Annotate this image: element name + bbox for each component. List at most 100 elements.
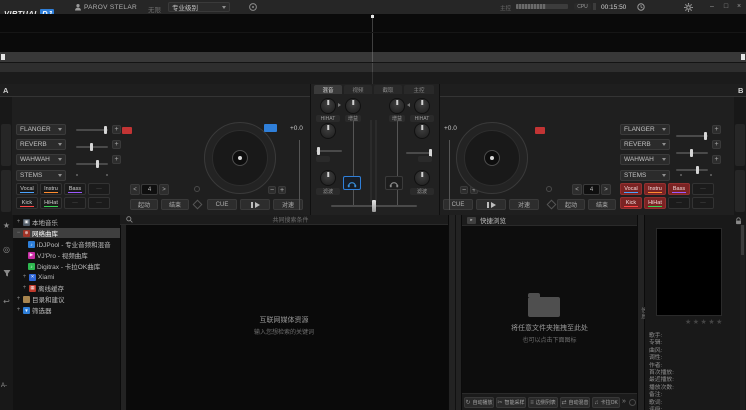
stem-pad-empty[interactable]: —	[88, 183, 110, 195]
overview-strip-1[interactable]	[0, 52, 746, 62]
stem-pad-vocal[interactable]: Vocal	[620, 183, 642, 195]
tree-item-online-library[interactable]: − ⊕ 网络曲库	[13, 228, 120, 238]
lock-icon[interactable]	[735, 217, 742, 225]
scrollbar-thumb[interactable]	[741, 225, 744, 255]
favorites-star-icon[interactable]: ★	[0, 221, 13, 230]
deck-b-jog-wheel[interactable]	[456, 122, 528, 194]
mixer-tab-video[interactable]: 视频	[344, 85, 372, 94]
stem-pad-bass[interactable]: Bass	[64, 183, 86, 195]
stem-pad-hihat[interactable]: HiHat	[644, 197, 666, 209]
deck-b-param-dot[interactable]	[546, 186, 552, 192]
deck-b-loop-half-button[interactable]: <	[572, 184, 582, 195]
deck-a-loop-double-button[interactable]: >	[159, 184, 169, 195]
search-bar[interactable]: 共同搜索条件	[120, 215, 448, 225]
slider-handle[interactable]	[317, 147, 320, 155]
close-button[interactable]: ×	[733, 3, 745, 10]
channel-2-gain-knob[interactable]	[389, 98, 405, 114]
slider-handle[interactable]	[104, 126, 107, 134]
deck-b-eq-knob-2[interactable]	[414, 123, 430, 139]
deck-a-fx2-dropdown[interactable]: REVERB	[16, 139, 66, 150]
deck-b-pitch-fader[interactable]	[440, 140, 458, 210]
deck-a-fx1-add-button[interactable]: +	[112, 125, 121, 134]
settings-gear-icon[interactable]	[684, 3, 693, 12]
info-collapse-handle[interactable]: 信息	[637, 215, 645, 410]
deck-a-fx3-dropdown[interactable]: WAHWAH	[16, 154, 66, 165]
stem-pad-empty[interactable]: —	[64, 197, 86, 209]
sampler-button[interactable]: ✂智能采样	[496, 397, 526, 408]
deck-b-fx2-dropdown[interactable]: REVERB	[620, 139, 670, 150]
eq-page-arrow-icon[interactable]	[338, 103, 341, 107]
deck-a-filter-knob[interactable]	[320, 170, 336, 186]
stem-pad-kick[interactable]: Kick	[620, 197, 642, 209]
deck-b-loop-out-button[interactable]: 结束	[588, 199, 616, 210]
mixer-tab-mixer[interactable]: 混音	[314, 85, 342, 94]
automix-button[interactable]: ↻自动播放	[464, 397, 494, 408]
expand-toggle[interactable]: +	[22, 285, 27, 291]
deck-a-fx1-slider[interactable]	[76, 129, 108, 131]
deck-a-fx3-add-button[interactable]: +	[112, 155, 121, 164]
deck-a-fx2-slider[interactable]	[76, 146, 108, 148]
tree-item-filters[interactable]: + ▼ 筛选器	[13, 305, 120, 315]
deck-b-cue-mix-slider[interactable]	[406, 152, 432, 154]
deck-a-eq-knob-2[interactable]	[320, 123, 336, 139]
stem-pad-instru[interactable]: Instru	[40, 183, 62, 195]
expand-toggle[interactable]: +	[16, 296, 21, 302]
sidelist-button[interactable]: ≡边侧列表	[528, 397, 558, 408]
deck-b-pads-rail-tab[interactable]	[735, 170, 745, 212]
slider-handle[interactable]	[704, 132, 707, 140]
deck-b-play-pause-button[interactable]	[476, 199, 506, 210]
album-art[interactable]	[656, 228, 722, 316]
deck-b-fx1-slider[interactable]	[676, 135, 708, 137]
stems-page-dot[interactable]	[680, 174, 682, 176]
tree-item-folders-suggestions[interactable]: + 目录和建议	[13, 294, 120, 304]
slider-handle[interactable]	[90, 143, 93, 151]
help-icon[interactable]	[249, 3, 257, 11]
minimize-button[interactable]: –	[706, 3, 718, 10]
font-size-button[interactable]: A-	[1, 383, 7, 389]
deck-b-loop-double-button[interactable]: >	[601, 184, 611, 195]
channel-1-headphone-cue-button[interactable]	[343, 176, 361, 190]
deck-a-loop-in-button[interactable]: 起动	[130, 199, 158, 210]
crossfader-handle[interactable]	[372, 200, 376, 212]
deck-a-fx3-slider[interactable]	[76, 163, 108, 165]
deck-b-fx1-dropdown[interactable]: FLANGER	[620, 124, 670, 135]
deck-a-pads-rail-tab[interactable]	[1, 170, 11, 212]
tree-item-local-music[interactable]: + ▣ 本地音乐	[13, 217, 120, 227]
karaoke-button[interactable]: ♫卡拉OK	[592, 397, 620, 408]
expand-toggle[interactable]: −	[16, 230, 21, 236]
user-name[interactable]: PAROV STELAR	[84, 4, 137, 11]
channel-1-volume-fader[interactable]	[346, 121, 360, 207]
deck-b-fx1-add-button[interactable]: +	[712, 125, 721, 134]
deck-b-loop-size[interactable]: 4	[583, 184, 600, 195]
level-dropdown[interactable]: 专业级别	[168, 2, 230, 12]
tree-item-digitrax[interactable]: ♪ Digitrax - 卡拉OK曲库	[13, 261, 120, 271]
deck-a-stems-dropdown[interactable]: STEMS	[16, 170, 66, 181]
deck-b-eq-knob-1[interactable]	[414, 98, 430, 114]
mixer-tab-master[interactable]: 主控	[404, 85, 434, 94]
center-collapse-handle[interactable]	[448, 215, 462, 410]
undo-icon[interactable]: ↩	[0, 297, 13, 306]
deck-a-loop-half-button[interactable]: <	[130, 184, 140, 195]
deck-b-fx3-dropdown[interactable]: WAHWAH	[620, 154, 670, 165]
deck-b-filter-knob[interactable]	[414, 170, 430, 186]
channel-2-headphone-cue-button[interactable]	[385, 176, 403, 190]
deck-a-param-dot[interactable]	[194, 186, 200, 192]
expand-toggle[interactable]: +	[22, 274, 27, 280]
stem-pad-hihat[interactable]: HiHat	[40, 197, 62, 209]
stem-pad-empty[interactable]: —	[88, 197, 110, 209]
deck-b-sync-button[interactable]: 对速	[509, 199, 539, 210]
expand-toggle[interactable]: +	[16, 307, 21, 313]
tree-item-idjpool[interactable]: ♪ iDJPool - 专业音频和混音	[13, 239, 120, 249]
deck-b-fx2-add-button[interactable]: +	[712, 140, 721, 149]
slider-handle[interactable]	[96, 160, 99, 168]
stems-page-dot[interactable]	[106, 174, 108, 176]
deck-a-diamond-icon[interactable]	[193, 200, 203, 210]
deck-a-plus-button[interactable]: +	[278, 186, 286, 194]
stem-pad-empty[interactable]: —	[692, 183, 714, 195]
channel-2-volume-fader[interactable]	[390, 121, 404, 207]
beat-strip[interactable]	[0, 72, 746, 84]
left-collapse-handle[interactable]	[120, 225, 127, 410]
deck-a-cue-button[interactable]: CUE	[207, 199, 237, 210]
deck-b-minus-button[interactable]: −	[460, 186, 468, 194]
deck-b-fx3-add-button[interactable]: +	[712, 155, 721, 164]
